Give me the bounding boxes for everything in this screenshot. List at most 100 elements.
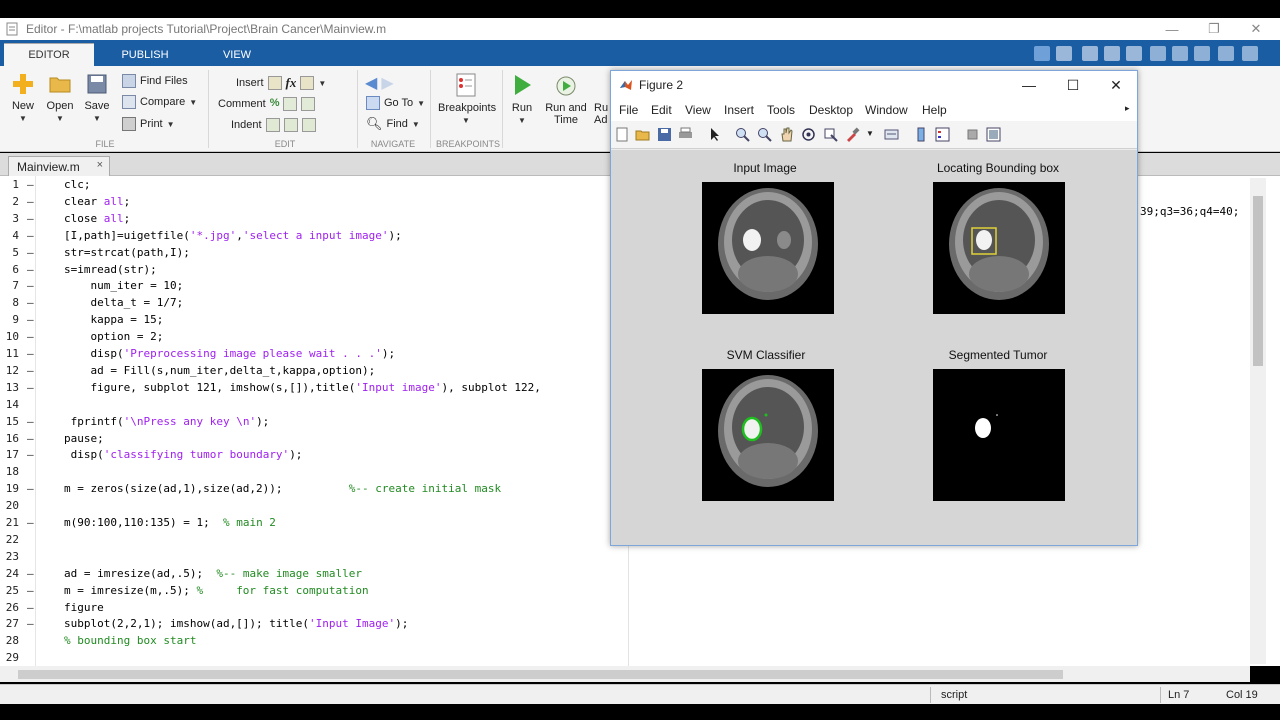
legend-icon[interactable]: [935, 127, 950, 142]
breakpoint-dash[interactable]: —: [27, 432, 34, 445]
code-line[interactable]: kappa = 15;: [64, 313, 163, 326]
find-files-button[interactable]: Find Files: [122, 72, 188, 90]
figure-maximize-icon[interactable]: ☐: [1055, 75, 1091, 95]
figure-minimize-icon[interactable]: —: [1011, 75, 1047, 95]
menu-help[interactable]: Help: [922, 103, 947, 117]
zoom-out-icon[interactable]: [757, 127, 772, 142]
help-icon[interactable]: [1218, 46, 1234, 61]
breakpoint-dash[interactable]: —: [27, 229, 34, 242]
back-forward-buttons[interactable]: ◀ ▶: [365, 74, 394, 92]
menu-overflow-icon[interactable]: ▸: [1125, 103, 1130, 114]
zoom-in-icon[interactable]: [735, 127, 750, 142]
print-button[interactable]: Print ▼: [122, 115, 175, 133]
code-line[interactable]: option = 2;: [64, 330, 163, 343]
decrease-indent-icon[interactable]: [301, 118, 316, 132]
cut-icon[interactable]: [1082, 46, 1098, 61]
code-line[interactable]: disp('classifying tumor boundary');: [64, 448, 303, 461]
forward-arrow-icon[interactable]: ▶: [381, 73, 393, 93]
tab-view[interactable]: VIEW: [196, 43, 278, 66]
new-button[interactable]: New ▼: [8, 72, 38, 124]
code-line[interactable]: figure, subplot 121, imshow(s,[]),title(…: [64, 381, 547, 394]
code-line[interactable]: m = zeros(size(ad,1),size(ad,2)); %-- cr…: [64, 482, 501, 495]
open-file-icon[interactable]: [635, 127, 650, 142]
breakpoint-dash[interactable]: —: [27, 617, 34, 630]
breakpoint-dash[interactable]: —: [27, 601, 34, 614]
breakpoint-dash[interactable]: —: [27, 381, 34, 394]
code-line[interactable]: str=strcat(path,I);: [64, 246, 190, 259]
breakpoint-dash[interactable]: —: [27, 330, 34, 343]
code-line[interactable]: ad = Fill(s,num_iter,delta_t,kappa,optio…: [64, 364, 375, 377]
indent-button[interactable]: Indent: [231, 116, 316, 134]
undo-icon[interactable]: [1150, 46, 1166, 61]
find-button[interactable]: 🔍︎ Find ▼: [366, 115, 420, 133]
layout-icon[interactable]: [1034, 46, 1050, 61]
brush-dropdown-icon[interactable]: ▼: [866, 129, 874, 138]
close-icon[interactable]: ✕: [1236, 18, 1276, 40]
code-line[interactable]: figure: [64, 601, 104, 614]
code-line[interactable]: m(90:100,110:135) = 1; % main 2: [64, 516, 276, 529]
run-advance-button[interactable]: Ru Ad: [594, 72, 610, 126]
minimize-icon[interactable]: —: [1152, 18, 1192, 40]
comment-button[interactable]: Comment %: [218, 95, 316, 113]
minimize-toolstrip-icon[interactable]: [1242, 46, 1258, 61]
colorbar-icon[interactable]: [914, 127, 929, 142]
horizontal-scroll-thumb[interactable]: [18, 670, 1063, 679]
menu-insert[interactable]: Insert: [724, 103, 754, 117]
pan-hand-icon[interactable]: [779, 127, 794, 142]
figure-window[interactable]: Figure 2 — ☐ ✕ File Edit View Insert Too…: [610, 70, 1138, 546]
open-button[interactable]: Open ▼: [44, 72, 76, 124]
insert-section-icon[interactable]: [300, 76, 315, 90]
breakpoint-dash[interactable]: —: [27, 263, 34, 276]
code-line[interactable]: clear all;: [64, 195, 130, 208]
breakpoint-dash[interactable]: —: [27, 279, 34, 292]
compare-button[interactable]: Compare ▼: [122, 93, 197, 111]
figure-canvas[interactable]: Input Image Locating Bounding box SVM Cl…: [611, 150, 1137, 545]
menu-view[interactable]: View: [685, 103, 711, 117]
code-line[interactable]: clc;: [64, 178, 91, 191]
code-line[interactable]: m = imresize(m,.5); % for fast computati…: [64, 584, 369, 597]
goto-button[interactable]: Go To ▼: [366, 94, 425, 112]
menu-edit[interactable]: Edit: [651, 103, 672, 117]
code-line[interactable]: fprintf('\nPress any key \n');: [64, 415, 270, 428]
switch-windows-icon[interactable]: [1194, 46, 1210, 61]
tab-publish[interactable]: PUBLISH: [104, 43, 186, 66]
figure-titlebar[interactable]: Figure 2 — ☐ ✕: [611, 71, 1137, 99]
breakpoint-dash[interactable]: —: [27, 415, 34, 428]
save-figure-icon[interactable]: [657, 127, 672, 142]
axes-input-image[interactable]: [702, 182, 834, 314]
horizontal-scrollbar[interactable]: [0, 666, 1250, 682]
fx-icon[interactable]: fx: [286, 75, 297, 91]
uncomment-icon[interactable]: [283, 97, 298, 111]
code-line[interactable]: subplot(2,2,1); imshow(ad,[]); title('In…: [64, 617, 408, 630]
increase-indent-icon[interactable]: [283, 118, 298, 132]
breakpoint-dash[interactable]: —: [27, 296, 34, 309]
rotate-3d-icon[interactable]: [801, 127, 816, 142]
breakpoint-dash[interactable]: —: [27, 516, 34, 529]
data-cursor-icon[interactable]: [823, 127, 838, 142]
breakpoint-dash[interactable]: —: [27, 212, 34, 225]
code-line[interactable]: [I,path]=uigetfile('*.jpg','select a inp…: [64, 229, 402, 242]
breakpoint-dash[interactable]: —: [27, 584, 34, 597]
vertical-scrollbar[interactable]: [1250, 178, 1266, 664]
breakpoint-dash[interactable]: —: [27, 178, 34, 191]
doc-tab-mainview[interactable]: Mainview.m ×: [8, 156, 110, 176]
code-line[interactable]: ad = imresize(ad,.5); %-- make image sma…: [64, 567, 362, 580]
show-plot-tools-icon[interactable]: [986, 127, 1001, 142]
code-line[interactable]: disp('Preprocessing image please wait . …: [64, 347, 395, 360]
insert-button[interactable]: Insert fx ▼: [236, 74, 326, 92]
brush-icon[interactable]: [845, 127, 860, 142]
axes-bounding-box[interactable]: [933, 182, 1065, 314]
breakpoints-button[interactable]: Breakpoints ▼: [438, 72, 496, 126]
code-line[interactable]: delta_t = 1/7;: [64, 296, 183, 309]
tab-editor[interactable]: EDITOR: [4, 43, 94, 66]
print-figure-icon[interactable]: [678, 127, 693, 142]
breakpoint-dash[interactable]: —: [27, 313, 34, 326]
back-arrow-icon[interactable]: ◀: [365, 73, 377, 93]
run-and-time-button[interactable]: Run and Time: [544, 72, 588, 126]
save-quick-icon[interactable]: [1056, 46, 1072, 61]
breakpoint-dash[interactable]: —: [27, 195, 34, 208]
hide-plot-tools-icon[interactable]: [965, 127, 980, 142]
link-plot-icon[interactable]: [884, 127, 899, 142]
wrap-comments-icon[interactable]: [301, 97, 316, 111]
menu-window[interactable]: Window: [865, 103, 908, 117]
